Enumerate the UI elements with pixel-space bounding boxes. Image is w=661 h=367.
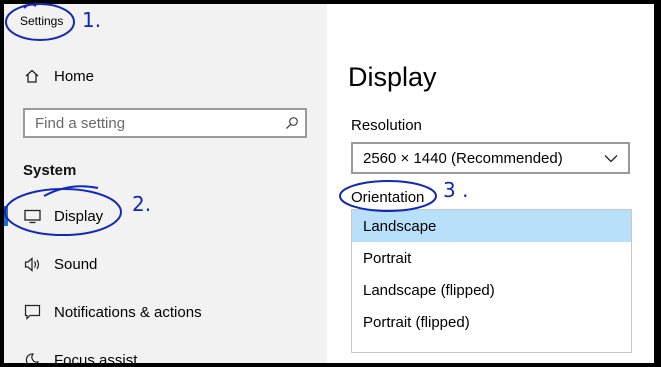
annotation-marks <box>4 3 437 236</box>
annotation-label-2: 2. <box>132 192 152 216</box>
annotation-label-1: 1. <box>82 8 102 32</box>
annotation-circle-orientation <box>339 180 437 212</box>
annotation-label-3: 3 . <box>443 178 469 202</box>
annotation-circle-display <box>4 188 122 236</box>
annotation-circle-settings <box>5 3 75 41</box>
